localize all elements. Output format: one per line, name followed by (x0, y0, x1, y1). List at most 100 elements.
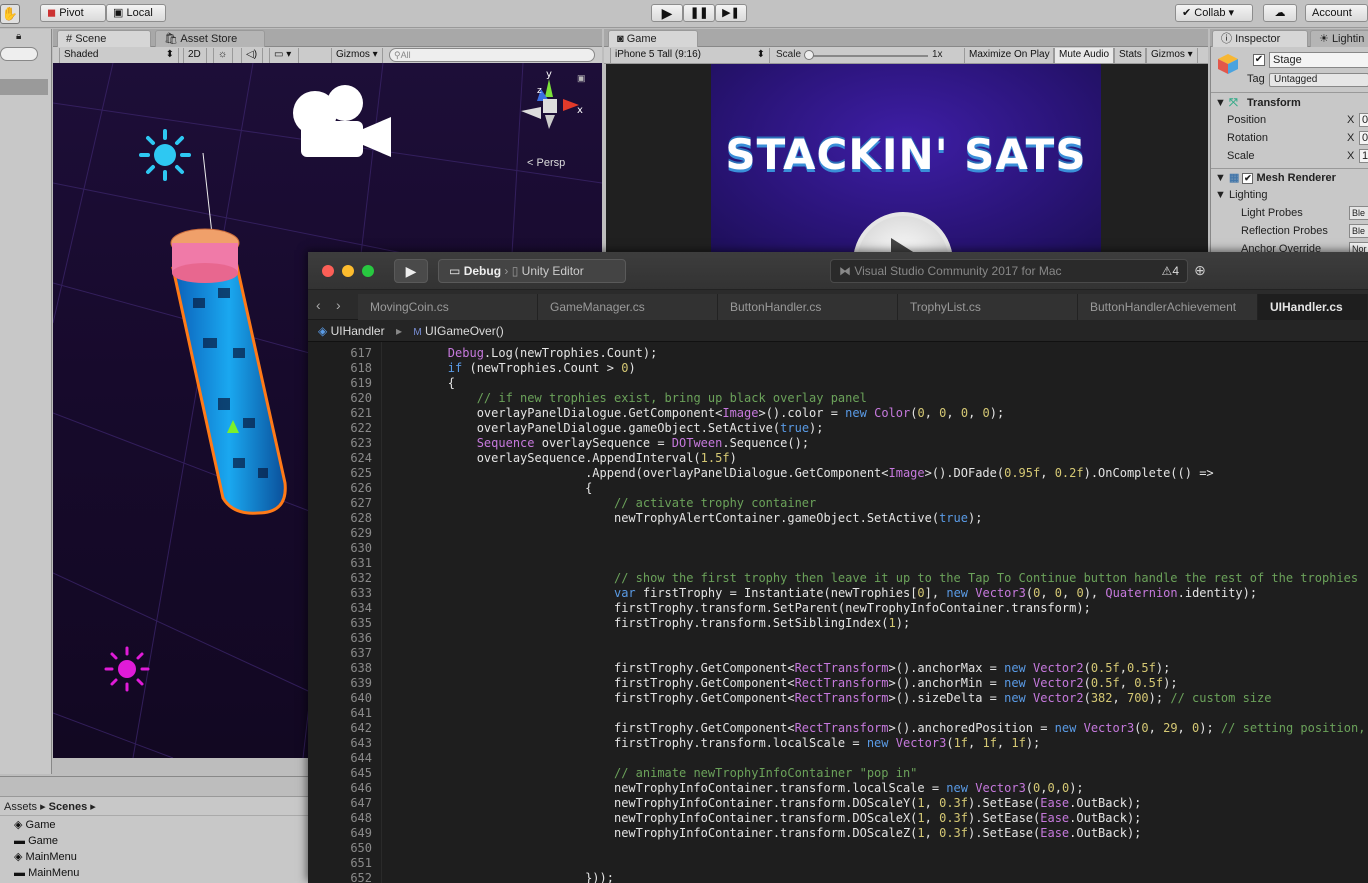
code-line[interactable]: firstTrophy.GetComponent<RectTransform>(… (390, 691, 1272, 706)
code-line[interactable]: Sequence overlaySequence = DOTween.Seque… (390, 436, 809, 451)
tab-game[interactable]: ◙ Game (608, 30, 698, 47)
tab-trophylist[interactable]: TrophyList.cs (898, 294, 1078, 320)
effects-dropdown[interactable]: ▭ ▾ (269, 48, 299, 63)
tab-inspector[interactable]: ⓘ Inspector (1212, 30, 1308, 47)
code-line[interactable]: .Append(overlayPanelDialogue.GetComponen… (390, 466, 1214, 481)
code-line[interactable]: if (newTrophies.Count > 0) (390, 361, 636, 376)
code-line[interactable]: newTrophyInfoContainer.transform.DOScale… (390, 796, 1141, 811)
tag-dropdown[interactable]: Untagged (1269, 73, 1368, 87)
tab-asset-store[interactable]: 🛍︎ Asset Store (155, 30, 265, 47)
code-line[interactable]: { (390, 481, 592, 496)
account-button[interactable]: Account (1305, 4, 1368, 22)
scene-file-item[interactable]: ◈ MainMenu (14, 850, 77, 864)
code-line[interactable]: firstTrophy.GetComponent<RectTransform>(… (390, 676, 1178, 691)
code-line[interactable]: { (390, 376, 455, 391)
tab-lighting[interactable]: ☀ Lightin (1310, 30, 1368, 47)
code-line[interactable]: })); (390, 871, 614, 883)
maximize-on-play-toggle[interactable]: Maximize On Play (964, 48, 1054, 63)
tab-scene[interactable]: # Scene (57, 30, 151, 47)
tower-object[interactable] (163, 228, 293, 528)
scale-x-field[interactable]: 1 (1359, 149, 1368, 163)
minimize-window-button[interactable] (342, 265, 354, 277)
hierarchy-selected-row[interactable] (0, 79, 48, 95)
aspect-dropdown[interactable]: iPhone 5 Tall (9:16) ⬍ (610, 48, 770, 63)
camera-icon[interactable] (287, 83, 395, 159)
point-light-icon[interactable] (103, 645, 151, 693)
play-button[interactable]: ▶ (651, 4, 683, 22)
step-button[interactable]: ▶❚ (715, 4, 747, 22)
code-line[interactable]: newTrophyInfoContainer.transform.DOScale… (390, 811, 1141, 826)
lock-icon[interactable]: 🔒︎ (16, 31, 21, 42)
tab-buttonhandlerachievement[interactable]: ButtonHandlerAchievement (1078, 294, 1258, 320)
warnings-indicator[interactable]: ⚠4 (1162, 260, 1179, 282)
directional-light-icon[interactable] (137, 127, 193, 183)
hand-tool-icon[interactable]: ✋ (0, 4, 20, 24)
game-gizmos-dropdown[interactable]: Gizmos ▾ (1146, 48, 1198, 63)
code-line[interactable]: firstTrophy.transform.SetSiblingIndex(1)… (390, 616, 910, 631)
scene-lock-icon[interactable]: ▣ (577, 73, 586, 84)
back-nav-button[interactable]: ‹ (316, 297, 321, 313)
mute-audio-toggle[interactable]: Mute Audio (1054, 48, 1114, 63)
scale-slider-thumb[interactable] (804, 50, 814, 60)
code-line[interactable]: newTrophyInfoContainer.transform.DOScale… (390, 826, 1141, 841)
code-line[interactable]: newTrophyInfoContainer.transform.localSc… (390, 781, 1084, 796)
hierarchy-search-input[interactable] (0, 47, 38, 61)
game-screen[interactable]: STACKIN' SATS (711, 64, 1101, 312)
light-probes-dropdown[interactable]: Ble (1349, 206, 1368, 220)
tab-gamemanager[interactable]: GameManager.cs (538, 294, 718, 320)
code-line[interactable]: firstTrophy.GetComponent<RectTransform>(… (390, 721, 1365, 736)
code-line[interactable]: overlaySequence.AppendInterval(1.5f) (390, 451, 737, 466)
2d-toggle[interactable]: 2D (183, 48, 207, 63)
object-name-field[interactable]: Stage (1269, 52, 1368, 68)
lighting-toggle[interactable]: ☼ (213, 48, 233, 63)
shading-dropdown[interactable]: Shaded ⬍ (59, 48, 179, 63)
active-checkbox[interactable]: ✔ (1253, 54, 1265, 66)
rotation-x-field[interactable]: 0 (1359, 131, 1368, 145)
breadcrumb-method[interactable]: UIGameOver() (425, 324, 504, 338)
tab-buttonhandler[interactable]: ButtonHandler.cs (718, 294, 898, 320)
local-button[interactable]: ▣ Local (106, 4, 166, 22)
reflection-probes-dropdown[interactable]: Ble (1349, 224, 1368, 238)
code-line[interactable]: firstTrophy.GetComponent<RectTransform>(… (390, 661, 1170, 676)
persp-label[interactable]: < Persp (527, 157, 565, 169)
pivot-button[interactable]: ◼ Pivot (40, 4, 106, 22)
code-line[interactable]: // show the first trophy then leave it u… (390, 571, 1358, 586)
close-window-button[interactable] (322, 265, 334, 277)
lighting-foldout[interactable]: ▼ Lighting (1215, 186, 1368, 204)
code-line[interactable]: // if new trophies exist, bring up black… (390, 391, 867, 406)
stats-toggle[interactable]: Stats (1114, 48, 1146, 63)
breadcrumb-assets[interactable]: Assets (4, 801, 37, 813)
folder-item[interactable]: ▬ Game (14, 834, 58, 848)
gizmos-dropdown[interactable]: Gizmos ▾ (331, 48, 383, 63)
code-line[interactable]: // activate trophy container (390, 496, 816, 511)
audio-toggle[interactable]: ◁) (241, 48, 263, 63)
scene-search-input[interactable]: ⚲All (389, 48, 595, 62)
position-x-field[interactable]: 0 (1359, 113, 1368, 127)
breadcrumb-class[interactable]: UIHandler (331, 324, 385, 338)
breadcrumb-scenes[interactable]: Scenes (49, 801, 88, 813)
mesh-renderer-checkbox[interactable]: ✔ (1242, 172, 1254, 184)
scene-file-item[interactable]: ◈ Game (14, 818, 56, 832)
tab-movingcoin[interactable]: MovingCoin.cs (358, 294, 538, 320)
forward-nav-button[interactable]: › (336, 297, 341, 313)
configuration-selector[interactable]: ▭ Debug › ▯ Unity Editor (438, 259, 626, 283)
tab-uihandler[interactable]: UIHandler.cs (1258, 294, 1368, 320)
scale-slider[interactable] (808, 55, 928, 57)
code-line[interactable]: newTrophyAlertContainer.gameObject.SetAc… (390, 511, 982, 526)
folder-item[interactable]: ▬ MainMenu (14, 866, 79, 880)
run-button[interactable]: ▶ (394, 259, 428, 283)
cloud-button[interactable]: ☁ (1263, 4, 1297, 22)
code-line[interactable]: overlayPanelDialogue.gameObject.SetActiv… (390, 421, 824, 436)
collab-button[interactable]: ✔ Collab ▾ (1175, 4, 1253, 22)
code-editor[interactable]: 617 Debug.Log(newTrophies.Count); 618 if … (308, 342, 1368, 883)
mesh-renderer-header[interactable]: ▼ ▦ ✔ Mesh Renderer (1215, 169, 1368, 187)
code-line[interactable]: firstTrophy.transform.localScale = new V… (390, 736, 1040, 751)
notifications-button[interactable]: ⊕ (1188, 259, 1212, 283)
code-line[interactable]: firstTrophy.transform.SetParent(newTroph… (390, 601, 1091, 616)
code-line[interactable]: var firstTrophy = Instantiate(newTrophie… (390, 586, 1257, 601)
code-line[interactable]: overlayPanelDialogue.GetComponent<Image>… (390, 406, 1005, 421)
code-line[interactable]: // animate newTrophyInfoContainer "pop i… (390, 766, 917, 781)
pause-button[interactable]: ❚❚ (683, 4, 715, 22)
code-line[interactable]: Debug.Log(newTrophies.Count); (390, 346, 658, 361)
zoom-window-button[interactable] (362, 265, 374, 277)
